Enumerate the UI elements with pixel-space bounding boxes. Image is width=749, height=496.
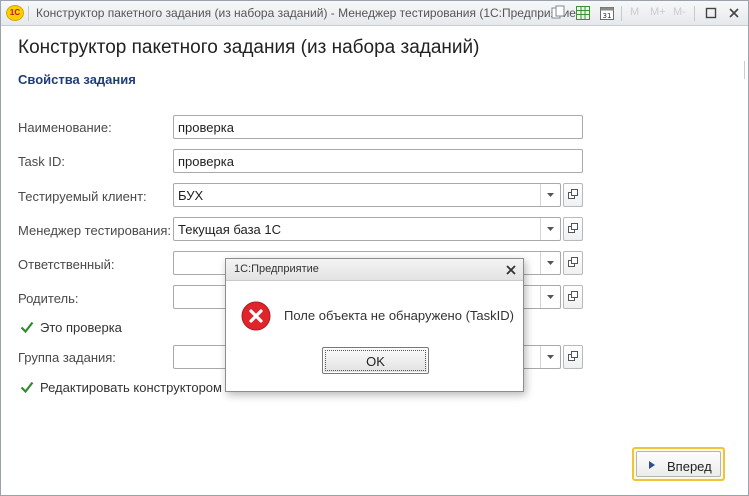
next-button-label: Вперед — [667, 459, 712, 474]
close-icon[interactable] — [725, 4, 743, 22]
play-arrow-icon — [649, 461, 655, 469]
chevron-down-icon — [547, 355, 554, 359]
dialog-ok-label: OK — [366, 354, 385, 369]
responsible-open-button[interactable] — [563, 251, 583, 275]
group-label: Группа задания: — [18, 350, 116, 365]
memory-mplus-icon[interactable]: M+ — [650, 6, 666, 18]
task-id-label: Task ID: — [18, 154, 65, 169]
chevron-down-icon — [547, 193, 554, 197]
window-edge — [744, 61, 748, 79]
memory-m-icon[interactable]: M — [630, 6, 639, 18]
main-window: 1С Конструктор пакетного задания (из наб… — [0, 0, 749, 496]
next-button[interactable]: Вперед — [632, 447, 725, 481]
open-form-icon — [568, 351, 578, 361]
edit-constructor-checkbox[interactable] — [20, 380, 34, 394]
open-form-icon — [568, 291, 578, 301]
responsible-label: Ответственный: — [18, 257, 115, 272]
client-field[interactable]: БУХ — [173, 183, 561, 207]
client-label: Тестируемый клиент: — [18, 189, 147, 204]
name-field-value: проверка — [178, 120, 234, 135]
client-dropdown-button[interactable] — [540, 184, 560, 206]
manager-field-value: Текущая база 1С — [178, 222, 282, 237]
manager-label: Менеджер тестирования: — [18, 223, 171, 238]
next-button-face[interactable]: Вперед — [636, 451, 721, 477]
dialog-ok-button[interactable]: OK — [322, 347, 429, 374]
task-id-field-value: проверка — [178, 154, 234, 169]
manager-field[interactable]: Текущая база 1С — [173, 217, 561, 241]
memory-mminus-icon[interactable]: M- — [673, 6, 686, 18]
dialog-title: 1С:Предприятие — [234, 263, 319, 275]
dialog-title-bar: 1С:Предприятие — [226, 259, 523, 281]
title-bar: 1С Конструктор пакетного задания (из наб… — [1, 1, 748, 26]
open-form-icon — [568, 223, 578, 233]
client-open-button[interactable] — [563, 183, 583, 207]
dialog-message: Поле объекта не обнаружено (TaskID) — [284, 308, 514, 323]
parent-dropdown-button[interactable] — [540, 286, 560, 308]
is-check-label[interactable]: Это проверка — [40, 320, 122, 335]
section-title: Свойства задания — [18, 72, 136, 87]
window-title: Конструктор пакетного задания (из набора… — [36, 6, 580, 20]
chevron-down-icon — [547, 295, 554, 299]
responsible-dropdown-button[interactable] — [540, 252, 560, 274]
manager-open-button[interactable] — [563, 217, 583, 241]
error-icon — [241, 301, 271, 331]
client-field-value: БУХ — [178, 188, 204, 203]
spreadsheet-icon[interactable] — [575, 5, 591, 21]
task-id-field[interactable]: проверка — [173, 149, 583, 173]
error-dialog: 1С:Предприятие Поле объекта не обнаружен… — [225, 258, 524, 392]
edit-constructor-label[interactable]: Редактировать конструктором — [40, 380, 222, 395]
form-title: Конструктор пакетного задания (из набора… — [18, 37, 480, 58]
name-field[interactable]: проверка — [173, 115, 583, 139]
toolbar-separator — [621, 6, 622, 21]
copy-icon[interactable] — [550, 5, 566, 21]
group-dropdown-button[interactable] — [540, 346, 560, 368]
toolbar-separator — [694, 6, 695, 21]
group-open-button[interactable] — [563, 345, 583, 369]
chevron-down-icon — [547, 227, 554, 231]
checkmark-icon — [20, 381, 34, 394]
dialog-close-icon[interactable] — [505, 264, 517, 276]
open-form-icon — [568, 189, 578, 199]
is-check-checkbox[interactable] — [20, 320, 34, 334]
app-logo[interactable]: 1С — [6, 5, 24, 21]
checkmark-icon — [20, 321, 34, 334]
maximize-icon[interactable] — [702, 4, 720, 22]
calendar-icon[interactable]: 31 — [599, 5, 615, 21]
chevron-down-icon — [547, 261, 554, 265]
parent-open-button[interactable] — [563, 285, 583, 309]
title-separator — [28, 6, 29, 21]
open-form-icon — [568, 257, 578, 267]
svg-text:31: 31 — [603, 12, 612, 20]
name-label: Наименование: — [18, 120, 112, 135]
parent-label: Родитель: — [18, 291, 79, 306]
manager-dropdown-button[interactable] — [540, 218, 560, 240]
